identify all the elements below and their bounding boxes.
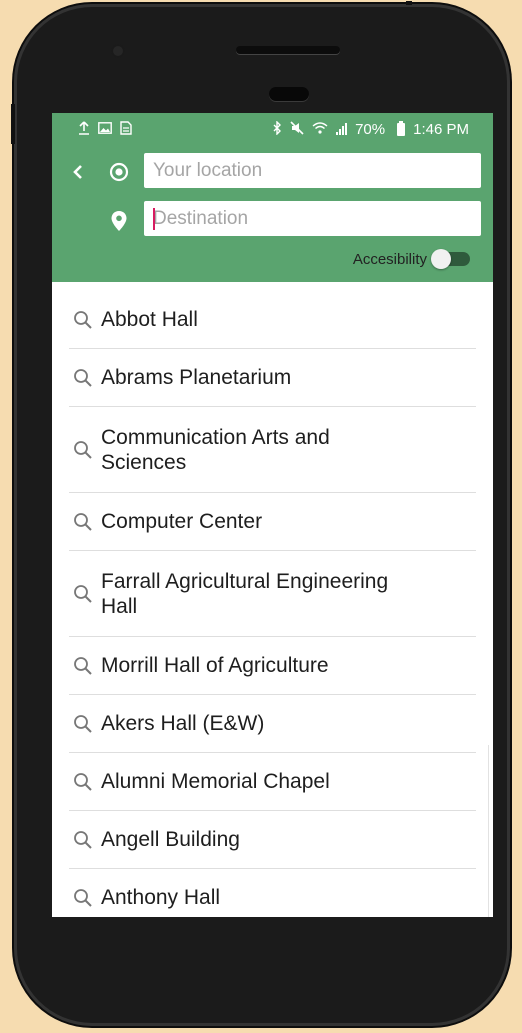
search-results-list: Abbot Hall Abrams Planetarium Communicat… [52,291,493,917]
text-cursor [153,208,155,230]
my-location-icon [108,161,130,183]
back-button[interactable] [68,161,88,185]
scrollbar[interactable] [488,745,489,917]
search-icon [74,888,92,907]
document-icon [120,121,132,137]
list-item[interactable]: Angell Building [69,811,476,869]
chevron-left-icon [73,165,82,179]
list-item[interactable]: Anthony Hall [69,869,476,917]
earpiece [269,87,309,101]
signal-icon [336,123,348,135]
search-icon [74,830,92,849]
app-screen: 70% 1:46 PM Accesibility Abb [52,113,493,917]
list-item[interactable]: Morrill Hall of Agriculture [69,637,476,695]
list-item[interactable]: Alumni Memorial Chapel [69,753,476,811]
accessibility-control: Accesibility [353,249,471,269]
search-icon [74,310,92,329]
search-icon [74,368,92,387]
origin-input[interactable] [144,153,481,188]
search-icon [74,656,92,675]
list-item[interactable]: Computer Center [69,493,476,551]
battery-percent: 70% [355,120,386,138]
list-item-label: Abbot Hall [101,308,198,331]
search-icon [74,714,92,733]
status-system: 70% 1:46 PM [272,120,469,138]
search-icon [74,772,92,791]
list-item-label: Computer Center [101,510,263,533]
bluetooth-icon [272,120,282,137]
image-icon [98,122,112,136]
list-item[interactable]: Communication Arts and Sciences [69,407,476,493]
status-notifications [78,121,132,137]
map-pin-icon [110,210,128,232]
top-speaker-slot [236,46,340,54]
search-icon [74,440,92,459]
toggle-knob [431,249,451,269]
front-camera [111,44,125,58]
list-item[interactable]: Abrams Planetarium [69,349,476,407]
volume-button [11,104,15,144]
list-item-label: Farrall Agricultural Engineering Hall [101,569,389,618]
list-item[interactable]: Abbot Hall [69,291,476,349]
power-button [406,1,412,5]
list-item[interactable]: Akers Hall (E&W) [69,695,476,753]
search-icon [74,512,92,531]
list-item-label: Akers Hall (E&W) [101,712,265,735]
accessibility-label: Accesibility [352,250,427,268]
navigation-header: 70% 1:46 PM Accesibility [52,113,493,282]
search-icon [74,584,92,603]
mute-icon [290,121,304,137]
list-item-label: Communication Arts and Sciences [101,425,330,474]
status-time: 1:46 PM [413,120,469,138]
list-item-label: Angell Building [101,828,240,851]
destination-input[interactable] [144,201,481,236]
list-item-label: Alumni Memorial Chapel [101,770,330,793]
list-item-label: Anthony Hall [101,886,221,909]
battery-icon [397,120,406,136]
status-bar: 70% 1:46 PM [52,113,493,145]
accessibility-toggle[interactable] [431,249,471,269]
list-item-label: Abrams Planetarium [101,366,292,389]
list-item[interactable]: Farrall Agricultural Engineering Hall [69,551,476,637]
wifi-icon [312,122,328,136]
upload-icon [78,121,90,137]
list-item-label: Morrill Hall of Agriculture [101,654,329,677]
